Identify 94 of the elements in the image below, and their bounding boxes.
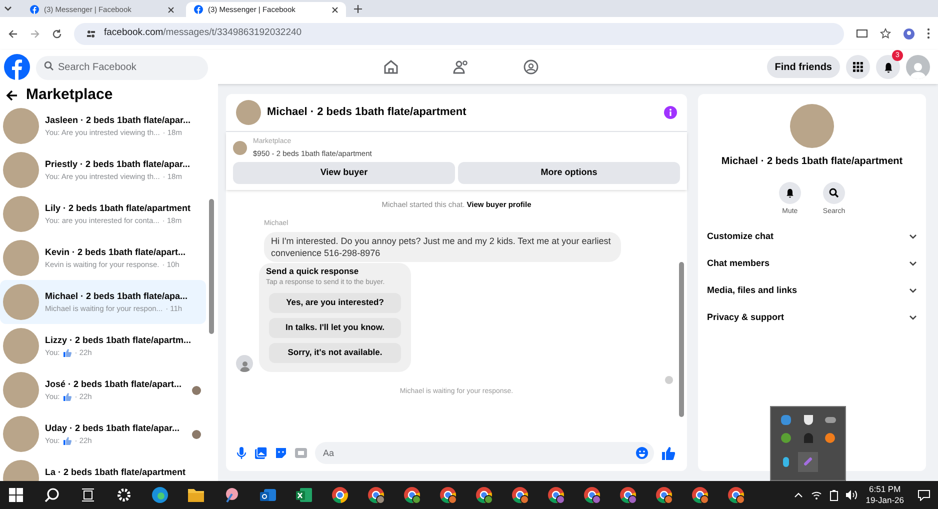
conversation-name: Priestly · 2 beds 1bath flate/apar... — [45, 158, 192, 171]
details-section[interactable]: Privacy & support — [707, 308, 917, 328]
listing-photo-placeholder — [790, 104, 834, 148]
menu-icon[interactable] — [927, 28, 930, 39]
notifications-icon[interactable] — [918, 490, 930, 500]
conversation-name: Lizzy · 2 beds 1bath flate/apartm... — [45, 334, 192, 347]
tray-shield-icon[interactable] — [804, 415, 812, 426]
chevron-down-icon[interactable] — [909, 234, 917, 239]
tray-globe-icon[interactable] — [781, 433, 791, 444]
tray-app-icon[interactable] — [825, 433, 835, 444]
volume-icon[interactable] — [846, 490, 858, 500]
conversation-name: Uday · 2 beds 1bath flate/apar... — [45, 422, 181, 435]
quick-response-title: Send a quick response — [266, 264, 360, 278]
message-bubble: Hi I'm interested. Do you annoy pets? Just me and my 2 kids. Text me at your earliest convenience 516-298-8976 — [264, 232, 621, 262]
listing-photo-placeholder — [236, 100, 261, 125]
back-icon[interactable] — [8, 28, 18, 38]
info-icon[interactable] — [664, 106, 677, 119]
details-section[interactable]: Chat members — [707, 254, 917, 274]
listing-photo-placeholder — [3, 284, 39, 320]
details-section[interactable]: Media, files and links — [707, 280, 917, 300]
listing-photo-placeholder — [3, 240, 39, 276]
facebook-favicon-icon — [30, 5, 39, 14]
find-friends-button[interactable]: Find friends — [766, 56, 840, 78]
clock-time[interactable]: 6:51 PM — [869, 484, 901, 495]
address-bar[interactable]: facebook.com/messages/t/3349863192032240 — [74, 22, 844, 44]
search-field[interactable]: Search Facebook — [36, 56, 208, 80]
bell-icon — [882, 62, 894, 72]
person-silhouette-icon — [238, 360, 250, 372]
profile-icon[interactable] — [903, 28, 915, 40]
home-icon[interactable] — [383, 59, 399, 75]
wifi-icon[interactable] — [810, 490, 822, 500]
grid-menu-icon — [853, 62, 863, 72]
tab-list-icon[interactable] — [4, 6, 12, 11]
search-icon — [44, 61, 54, 72]
bell-icon — [784, 188, 795, 198]
battery-icon[interactable] — [830, 490, 838, 500]
groups-icon[interactable] — [523, 59, 539, 75]
tray-app-icon[interactable] — [783, 456, 789, 467]
install-icon[interactable] — [856, 28, 868, 40]
conversation-name: Jasleen · 2 beds 1bath flate/apar... — [45, 114, 192, 127]
emoji-icon[interactable] — [636, 447, 648, 459]
details-title: Michael · 2 beds 1bath flate/apartment — [721, 155, 903, 169]
thumbs-up-icon[interactable] — [662, 446, 675, 460]
listing-photo-placeholder — [3, 416, 39, 452]
mute-button[interactable] — [778, 182, 801, 204]
listing-photo-placeholder — [3, 108, 39, 144]
tray-feather-icon[interactable] — [798, 452, 818, 472]
sidebar-title: Marketplace — [26, 84, 113, 105]
listing-photo-placeholder — [3, 372, 39, 408]
sticker-icon[interactable] — [275, 447, 287, 459]
listing-photo-placeholder — [3, 328, 39, 364]
conversation-name: Michael · 2 beds 1bath flate/apa... — [45, 290, 189, 303]
facebook-favicon-icon — [194, 5, 203, 14]
quick-response-button[interactable]: Yes, are you interested? — [269, 292, 401, 313]
search-button[interactable] — [823, 182, 845, 204]
message-input[interactable]: Aa — [315, 442, 654, 464]
chat-title: Michael · 2 beds 1bath flate/apartment — [267, 105, 466, 120]
url-text: facebook.com/messages/t/3349863192032240 — [104, 26, 302, 40]
photo-icon[interactable] — [255, 447, 267, 459]
show-hidden-icons-icon[interactable] — [794, 492, 803, 498]
conversation-name: La · 2 beds 1bath flate/apartment — [45, 466, 187, 479]
friends-icon[interactable] — [453, 59, 469, 75]
bookmark-star-icon[interactable] — [880, 28, 891, 39]
quick-response-button[interactable]: Sorry, it's not available. — [269, 342, 401, 363]
clock-date[interactable]: 19-Jan-26 — [866, 495, 904, 506]
reload-icon[interactable] — [52, 28, 62, 38]
back-arrow-icon[interactable] — [6, 90, 18, 100]
quick-response-button[interactable]: In talks. I'll let you know. — [269, 318, 401, 338]
close-icon[interactable] — [168, 6, 174, 12]
listing-photo-placeholder — [3, 196, 39, 232]
action-button[interactable]: View buyer — [233, 162, 455, 184]
conversation-name: Lily · 2 beds 1bath flate/apartment — [45, 202, 192, 215]
chevron-down-icon[interactable] — [909, 315, 917, 320]
new-tab-icon[interactable] — [354, 5, 362, 13]
conversation-name: Kevin · 2 beds 1bath flate/apart... — [45, 246, 187, 259]
search-icon — [829, 188, 839, 198]
action-button[interactable]: More options — [458, 162, 680, 184]
details-section[interactable]: Customize chat — [707, 226, 917, 246]
tray-app-icon[interactable] — [781, 415, 791, 426]
tray-cloud-icon[interactable] — [824, 417, 836, 424]
person-silhouette-icon — [909, 61, 927, 79]
facebook-logo-icon[interactable] — [4, 54, 30, 80]
menu-button[interactable] — [846, 55, 870, 79]
listing-photo-placeholder — [233, 140, 247, 155]
scrollbar[interactable] — [679, 262, 684, 417]
site-settings-icon[interactable] — [86, 28, 96, 38]
seen-avatar — [665, 376, 673, 384]
scrollbar[interactable] — [209, 199, 214, 334]
chevron-down-icon[interactable] — [909, 288, 917, 293]
microphone-icon[interactable] — [236, 447, 247, 459]
chevron-down-icon[interactable] — [909, 261, 917, 266]
listing-photo-placeholder — [3, 152, 39, 188]
close-icon[interactable] — [332, 6, 338, 12]
conversation-name: José · 2 beds 1bath flate/apart... — [45, 378, 183, 391]
